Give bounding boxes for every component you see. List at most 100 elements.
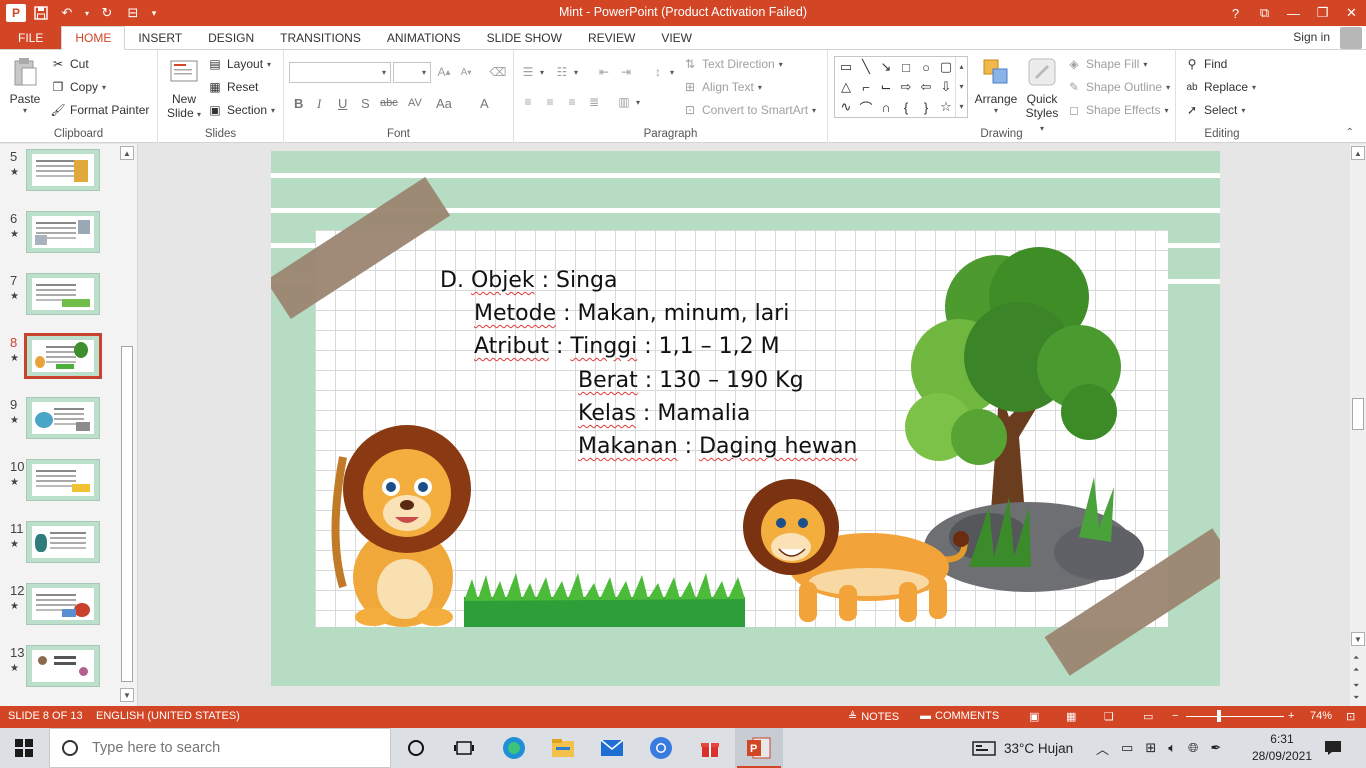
rounded-rect-shape-icon[interactable]: ▢ [937, 58, 955, 76]
zoom-slider-knob[interactable] [1217, 710, 1221, 722]
scroll-down-icon[interactable]: ▼ [120, 688, 134, 702]
slide-line-objek[interactable]: D. Objek : Singa [440, 268, 617, 293]
tab-transitions[interactable]: TRANSITIONS [267, 26, 374, 49]
scroll-down-icon[interactable]: ▼ [1351, 632, 1365, 646]
align-right-button[interactable]: ≡ [564, 94, 580, 110]
slide-line-kelas[interactable]: Kelas : Mamalia [578, 401, 750, 426]
zoom-out-button[interactable]: − [1172, 710, 1178, 722]
shapes-gallery[interactable]: ▭ ╲ ↘ □ ○ ▢ △ ⌐ ⌙ ⇨ ⇦ ⇩ ∿ ⌒ ∩ { } ☆ ▴ ▾ ▾ [834, 56, 968, 118]
thumbnail-slide-6[interactable]: 6 ★ [0, 211, 120, 259]
layout-button[interactable]: ▤ Layout ▾ [207, 56, 271, 72]
collapse-ribbon-icon[interactable]: ⌃ [1346, 127, 1354, 138]
zoom-level[interactable]: 74% [1310, 710, 1332, 722]
tab-slide-show[interactable]: SLIDE SHOW [474, 26, 575, 49]
task-view-icon[interactable] [450, 734, 478, 762]
paste-button[interactable]: Paste ▾ [6, 56, 44, 115]
thumbnail-slide-11[interactable]: 11 ★ [0, 521, 120, 569]
tab-review[interactable]: REVIEW [575, 26, 648, 49]
thumbnail-slide-5[interactable]: 5 ★ [0, 149, 120, 197]
chrome-browser-icon[interactable] [647, 734, 675, 762]
italic-button[interactable]: I [317, 96, 321, 112]
volume-icon[interactable]: 🔈︎ [1168, 740, 1176, 756]
gift-app-icon[interactable] [696, 734, 724, 762]
slide-line-makanan[interactable]: Makanan : Daging hewan [578, 434, 857, 459]
tab-file[interactable]: FILE [0, 26, 62, 49]
scrollbar-thumb[interactable] [1352, 398, 1364, 430]
edge-browser-icon[interactable] [500, 734, 528, 762]
bullets-button[interactable]: ☰ ▾ [520, 64, 544, 80]
columns-button[interactable]: ▥ ▾ [616, 94, 640, 110]
thumbnail-scrollbar[interactable]: ▲ ▼ [120, 146, 134, 702]
shape-effects-button[interactable]: ◻ Shape Effects ▾ [1066, 102, 1169, 118]
triangle-shape-icon[interactable]: △ [837, 78, 855, 96]
thumbnail-slide-7[interactable]: 7 ★ [0, 273, 120, 321]
down-arrow-shape-icon[interactable]: ⇩ [937, 78, 955, 96]
replace-button[interactable]: ab Replace ▾ [1184, 79, 1256, 95]
tab-view[interactable]: VIEW [648, 26, 705, 49]
quick-styles-button[interactable]: Quick Styles ▾ [1022, 56, 1062, 134]
network-globe-icon[interactable]: 🌐︎ [1188, 740, 1198, 756]
find-button[interactable]: ⚲ Find [1184, 56, 1228, 72]
pen-workspace-icon[interactable]: ✒︎ [1210, 740, 1221, 756]
slide-line-berat[interactable]: Berat : 130 – 190 Kg [578, 368, 804, 393]
shape-outline-button[interactable]: ✎ Shape Outline ▾ [1066, 79, 1170, 95]
language-indicator[interactable]: ENGLISH (UNITED STATES) [96, 710, 240, 722]
next-slide-icon[interactable]: ⏷ ⏷ [1353, 680, 1359, 704]
font-color-button[interactable]: A [480, 96, 489, 111]
star-shape-icon[interactable]: ☆ [937, 98, 955, 116]
cortana-icon[interactable] [402, 734, 430, 762]
help-icon[interactable]: ? [1221, 0, 1250, 26]
meet-now-icon[interactable]: ⊞ [1145, 740, 1156, 756]
shapes-gallery-scroll[interactable]: ▴ ▾ ▾ [955, 57, 967, 117]
arrange-button[interactable]: Arrange ▾ [972, 56, 1020, 115]
curve-shape-icon[interactable]: ∿ [837, 98, 855, 116]
numbering-button[interactable]: ☷ ▾ [554, 64, 578, 80]
thumbnail-slide-9[interactable]: 9 ★ [0, 397, 120, 445]
left-brace-shape-icon[interactable]: { [897, 98, 915, 116]
taskbar-clock[interactable]: 6:31 28/09/2021 [1252, 731, 1312, 765]
elbow-connector-shape-icon[interactable]: ⌐ [857, 78, 875, 96]
character-spacing-button[interactable]: AV [408, 97, 422, 109]
taskbar-search-input[interactable] [92, 740, 372, 756]
bold-button[interactable]: B [294, 96, 303, 111]
arrow-line-shape-icon[interactable]: ↘ [877, 58, 895, 76]
tab-design[interactable]: DESIGN [195, 26, 267, 49]
reading-view-icon[interactable]: ❏ [1104, 710, 1114, 723]
powerpoint-taskbar-icon[interactable]: P [745, 734, 773, 762]
reset-button[interactable]: ▦ Reset [207, 79, 258, 95]
ribbon-display-options-icon[interactable]: ⧉ [1250, 0, 1279, 26]
comments-button[interactable]: ▬ COMMENTS [920, 710, 999, 722]
scroll-up-icon[interactable]: ▲ [1351, 146, 1365, 160]
arc-shape-icon[interactable]: ⌒ [857, 98, 875, 116]
start-button[interactable] [0, 728, 48, 768]
canvas-scrollbar[interactable]: ▲ ▼ ⏶ ⏶ ⏷ ⏷ [1350, 144, 1366, 706]
align-text-button[interactable]: ⊞ Align Text ▾ [682, 79, 762, 95]
slide-sorter-icon[interactable]: ▦ [1066, 710, 1076, 723]
align-left-button[interactable]: ≡ [520, 94, 536, 110]
scroll-up-icon[interactable]: ▲ [120, 146, 134, 160]
text-shadow-button[interactable]: S [361, 96, 370, 111]
file-explorer-icon[interactable] [549, 734, 577, 762]
format-painter-button[interactable]: 🖌 Format Painter [50, 102, 149, 118]
scrollbar-thumb[interactable] [121, 346, 133, 682]
tab-insert[interactable]: INSERT [125, 26, 195, 49]
thumbnail-slide-12[interactable]: 12 ★ [0, 583, 120, 631]
new-slide-button[interactable]: New Slide ▾ [164, 56, 204, 120]
user-avatar[interactable] [1340, 27, 1362, 49]
strikethrough-button[interactable]: abc [380, 97, 398, 109]
battery-icon[interactable]: ▭ [1121, 740, 1133, 756]
tab-animations[interactable]: ANIMATIONS [374, 26, 474, 49]
tab-home[interactable]: HOME [61, 26, 126, 50]
thumbnail-slide-8[interactable]: 8 ★ [0, 333, 120, 383]
cut-button[interactable]: ✂ Cut [50, 56, 89, 72]
convert-smartart-button[interactable]: ⊡ Convert to SmartArt ▾ [682, 102, 816, 118]
shrink-font-button[interactable]: A ▾ [458, 64, 474, 80]
increase-indent-button[interactable]: ⇥ [618, 64, 634, 80]
textbox-shape-icon[interactable]: ▭ [837, 58, 855, 76]
slide-line-atribut[interactable]: Atribut : Tinggi : 1,1 – 1,2 M [474, 334, 780, 359]
change-case-button[interactable]: Aa [436, 96, 452, 111]
select-button[interactable]: ➚ Select ▾ [1184, 102, 1245, 118]
justify-button[interactable]: ≣ [586, 94, 602, 110]
normal-view-icon[interactable]: ▣ [1029, 710, 1039, 723]
section-button[interactable]: ▣ Section ▾ [207, 102, 275, 118]
